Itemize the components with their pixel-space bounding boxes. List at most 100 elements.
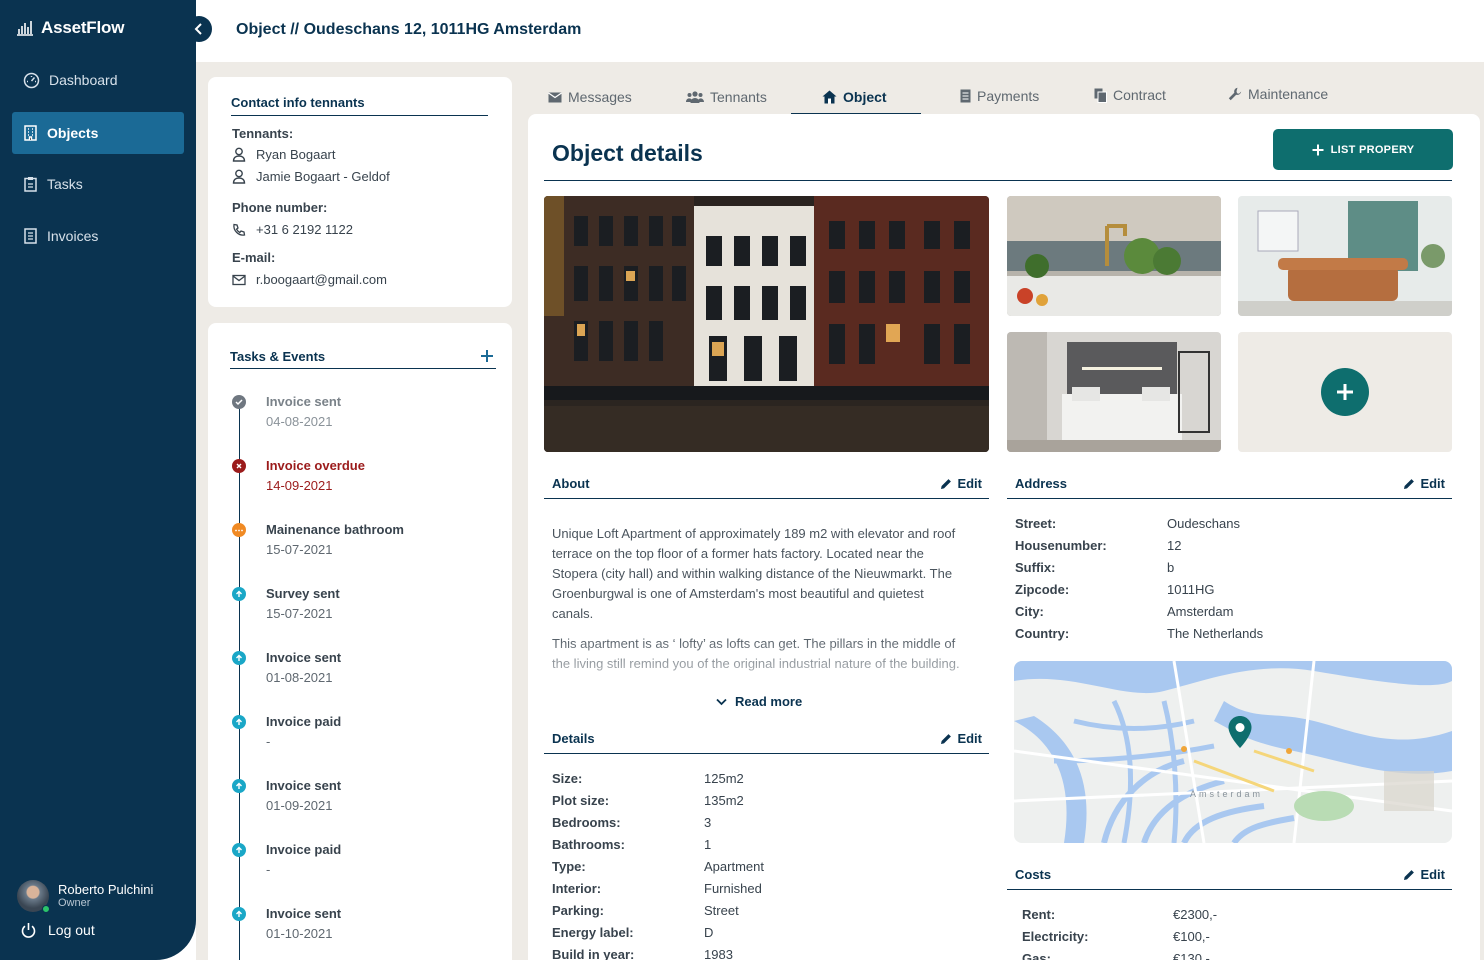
tab-label: Object bbox=[843, 89, 887, 105]
tab-label: Payments bbox=[977, 88, 1040, 104]
sidebar-item-label: Objects bbox=[47, 125, 99, 141]
tab-messages[interactable]: Messages bbox=[548, 89, 632, 105]
field-value: 12 bbox=[1167, 538, 1182, 553]
receipt-icon bbox=[24, 228, 37, 244]
field-value: 3 bbox=[704, 815, 712, 830]
edit-about-button[interactable]: Edit bbox=[940, 476, 982, 491]
tab-label: Maintenance bbox=[1248, 86, 1329, 102]
field-value: Amsterdam bbox=[1167, 604, 1234, 619]
button-label: LIST PROPERY bbox=[1330, 143, 1415, 156]
clipboard-icon bbox=[24, 177, 37, 192]
logout-button[interactable]: Log out bbox=[21, 922, 95, 938]
envelope-icon bbox=[548, 92, 562, 102]
tenant-item[interactable]: Ryan Bogaart bbox=[232, 147, 336, 162]
sidebar-item-dashboard[interactable]: Dashboard bbox=[12, 59, 184, 101]
contact-card: Contact info tennants Tennants: Ryan Bog… bbox=[208, 77, 512, 307]
sidebar-item-invoices[interactable]: Invoices bbox=[12, 215, 184, 257]
add-photo-button[interactable] bbox=[1321, 368, 1369, 416]
field-label: Suffix: bbox=[1015, 560, 1056, 575]
photo-bedroom[interactable] bbox=[1007, 332, 1221, 452]
app-logo[interactable]: AssetFlow bbox=[16, 18, 124, 38]
photo-living-room[interactable] bbox=[1238, 196, 1452, 316]
map-city-label: Amsterdam bbox=[1190, 789, 1264, 799]
kitchen-image bbox=[1007, 196, 1221, 316]
read-more-button[interactable]: Read more bbox=[716, 694, 802, 709]
field-value: 1983 bbox=[704, 947, 733, 960]
field-value: Street bbox=[704, 903, 739, 918]
field-value: D bbox=[704, 925, 714, 940]
user-profile[interactable]: Roberto Pulchini Owner bbox=[17, 880, 153, 913]
sidebar-item-label: Invoices bbox=[47, 228, 99, 244]
divider bbox=[1007, 889, 1452, 890]
user-icon bbox=[232, 147, 246, 162]
add-photo-tile[interactable] bbox=[1238, 332, 1452, 452]
list-property-button[interactable]: LIST PROPERY bbox=[1273, 129, 1453, 170]
upcoming-status-icon bbox=[232, 715, 246, 729]
field-value: 125m2 bbox=[704, 771, 744, 786]
tab-payments[interactable]: Payments bbox=[960, 88, 1039, 104]
users-icon bbox=[686, 91, 704, 103]
user-icon bbox=[232, 169, 246, 184]
field-label: City: bbox=[1015, 604, 1044, 619]
top-bar: Object // Oudeschans 12, 1011HG Amsterda… bbox=[196, 0, 1484, 62]
sidebar-item-tasks[interactable]: Tasks bbox=[12, 163, 184, 205]
tab-maintenance[interactable]: Maintenance bbox=[1228, 86, 1328, 102]
timeline-line bbox=[239, 401, 240, 960]
field-value: 1 bbox=[704, 837, 712, 852]
phone-link[interactable]: +31 6 2192 1122 bbox=[232, 222, 353, 237]
sidebar-item-objects[interactable]: Objects bbox=[12, 112, 184, 154]
page-title: Object // Oudeschans 12, 1011HG Amsterda… bbox=[236, 21, 582, 38]
location-map[interactable]: Amsterdam bbox=[1014, 661, 1452, 843]
photo-exterior[interactable] bbox=[544, 196, 989, 452]
event-date: 04-08-2021 bbox=[266, 414, 333, 429]
avatar bbox=[17, 880, 50, 913]
event-title: Invoice sent bbox=[266, 394, 342, 409]
power-icon bbox=[21, 923, 36, 938]
field-label: Bathrooms: bbox=[552, 837, 625, 852]
tab-contract[interactable]: Contract bbox=[1094, 87, 1166, 103]
field-label: Build in year: bbox=[552, 947, 635, 960]
logout-label: Log out bbox=[48, 922, 95, 938]
upcoming-status-icon bbox=[232, 651, 246, 665]
field-label: Electricity: bbox=[1022, 929, 1089, 944]
edit-costs-button[interactable]: Edit bbox=[1403, 867, 1445, 882]
sidebar-collapse-button[interactable] bbox=[186, 16, 212, 42]
chevron-down-icon bbox=[716, 698, 727, 705]
envelope-icon bbox=[232, 274, 246, 285]
costs-header: Costs Edit bbox=[1015, 867, 1445, 882]
tab-label: Messages bbox=[568, 89, 632, 105]
plus-icon bbox=[1312, 144, 1324, 155]
field-label: Zipcode: bbox=[1015, 582, 1070, 597]
event-date: 01-08-2021 bbox=[266, 670, 333, 685]
pencil-icon bbox=[941, 733, 952, 744]
tenant-item[interactable]: Jamie Bogaart - Geldof bbox=[232, 169, 390, 184]
sidebar-item-label: Tasks bbox=[47, 176, 83, 192]
event-title: Mainenance bathroom bbox=[266, 522, 404, 537]
done-status-icon bbox=[232, 395, 246, 409]
divider bbox=[544, 753, 989, 754]
about-title: About bbox=[552, 476, 590, 491]
pencil-icon bbox=[1404, 869, 1415, 880]
tenant-name: Jamie Bogaart - Geldof bbox=[256, 169, 390, 184]
about-paragraph-faded: This apartment is as ‘ lofty’ as lofts c… bbox=[552, 636, 960, 671]
field-value: Oudeschans bbox=[1167, 516, 1240, 531]
photo-kitchen[interactable] bbox=[1007, 196, 1221, 316]
event-date: 15-07-2021 bbox=[266, 606, 333, 621]
tab-tennants[interactable]: Tennants bbox=[686, 89, 767, 105]
event-title: Invoice overdue bbox=[266, 458, 365, 473]
email-label: E-mail: bbox=[232, 250, 276, 265]
event-date: 01-10-2021 bbox=[266, 926, 333, 941]
section-title: Object details bbox=[552, 140, 703, 166]
sidebar-item-label: Dashboard bbox=[49, 72, 118, 88]
field-value: The Netherlands bbox=[1167, 626, 1264, 641]
map-pin-icon bbox=[1228, 716, 1252, 748]
email-link[interactable]: r.boogaart@gmail.com bbox=[232, 272, 387, 287]
building-icon bbox=[24, 125, 37, 141]
tab-object[interactable]: Object bbox=[822, 89, 887, 105]
field-value: €130,- bbox=[1173, 951, 1210, 960]
edit-label: Edit bbox=[957, 476, 982, 491]
add-task-button[interactable] bbox=[480, 349, 494, 368]
edit-address-button[interactable]: Edit bbox=[1403, 476, 1445, 491]
edit-details-button[interactable]: Edit bbox=[940, 731, 982, 746]
read-more-label: Read more bbox=[735, 694, 803, 709]
